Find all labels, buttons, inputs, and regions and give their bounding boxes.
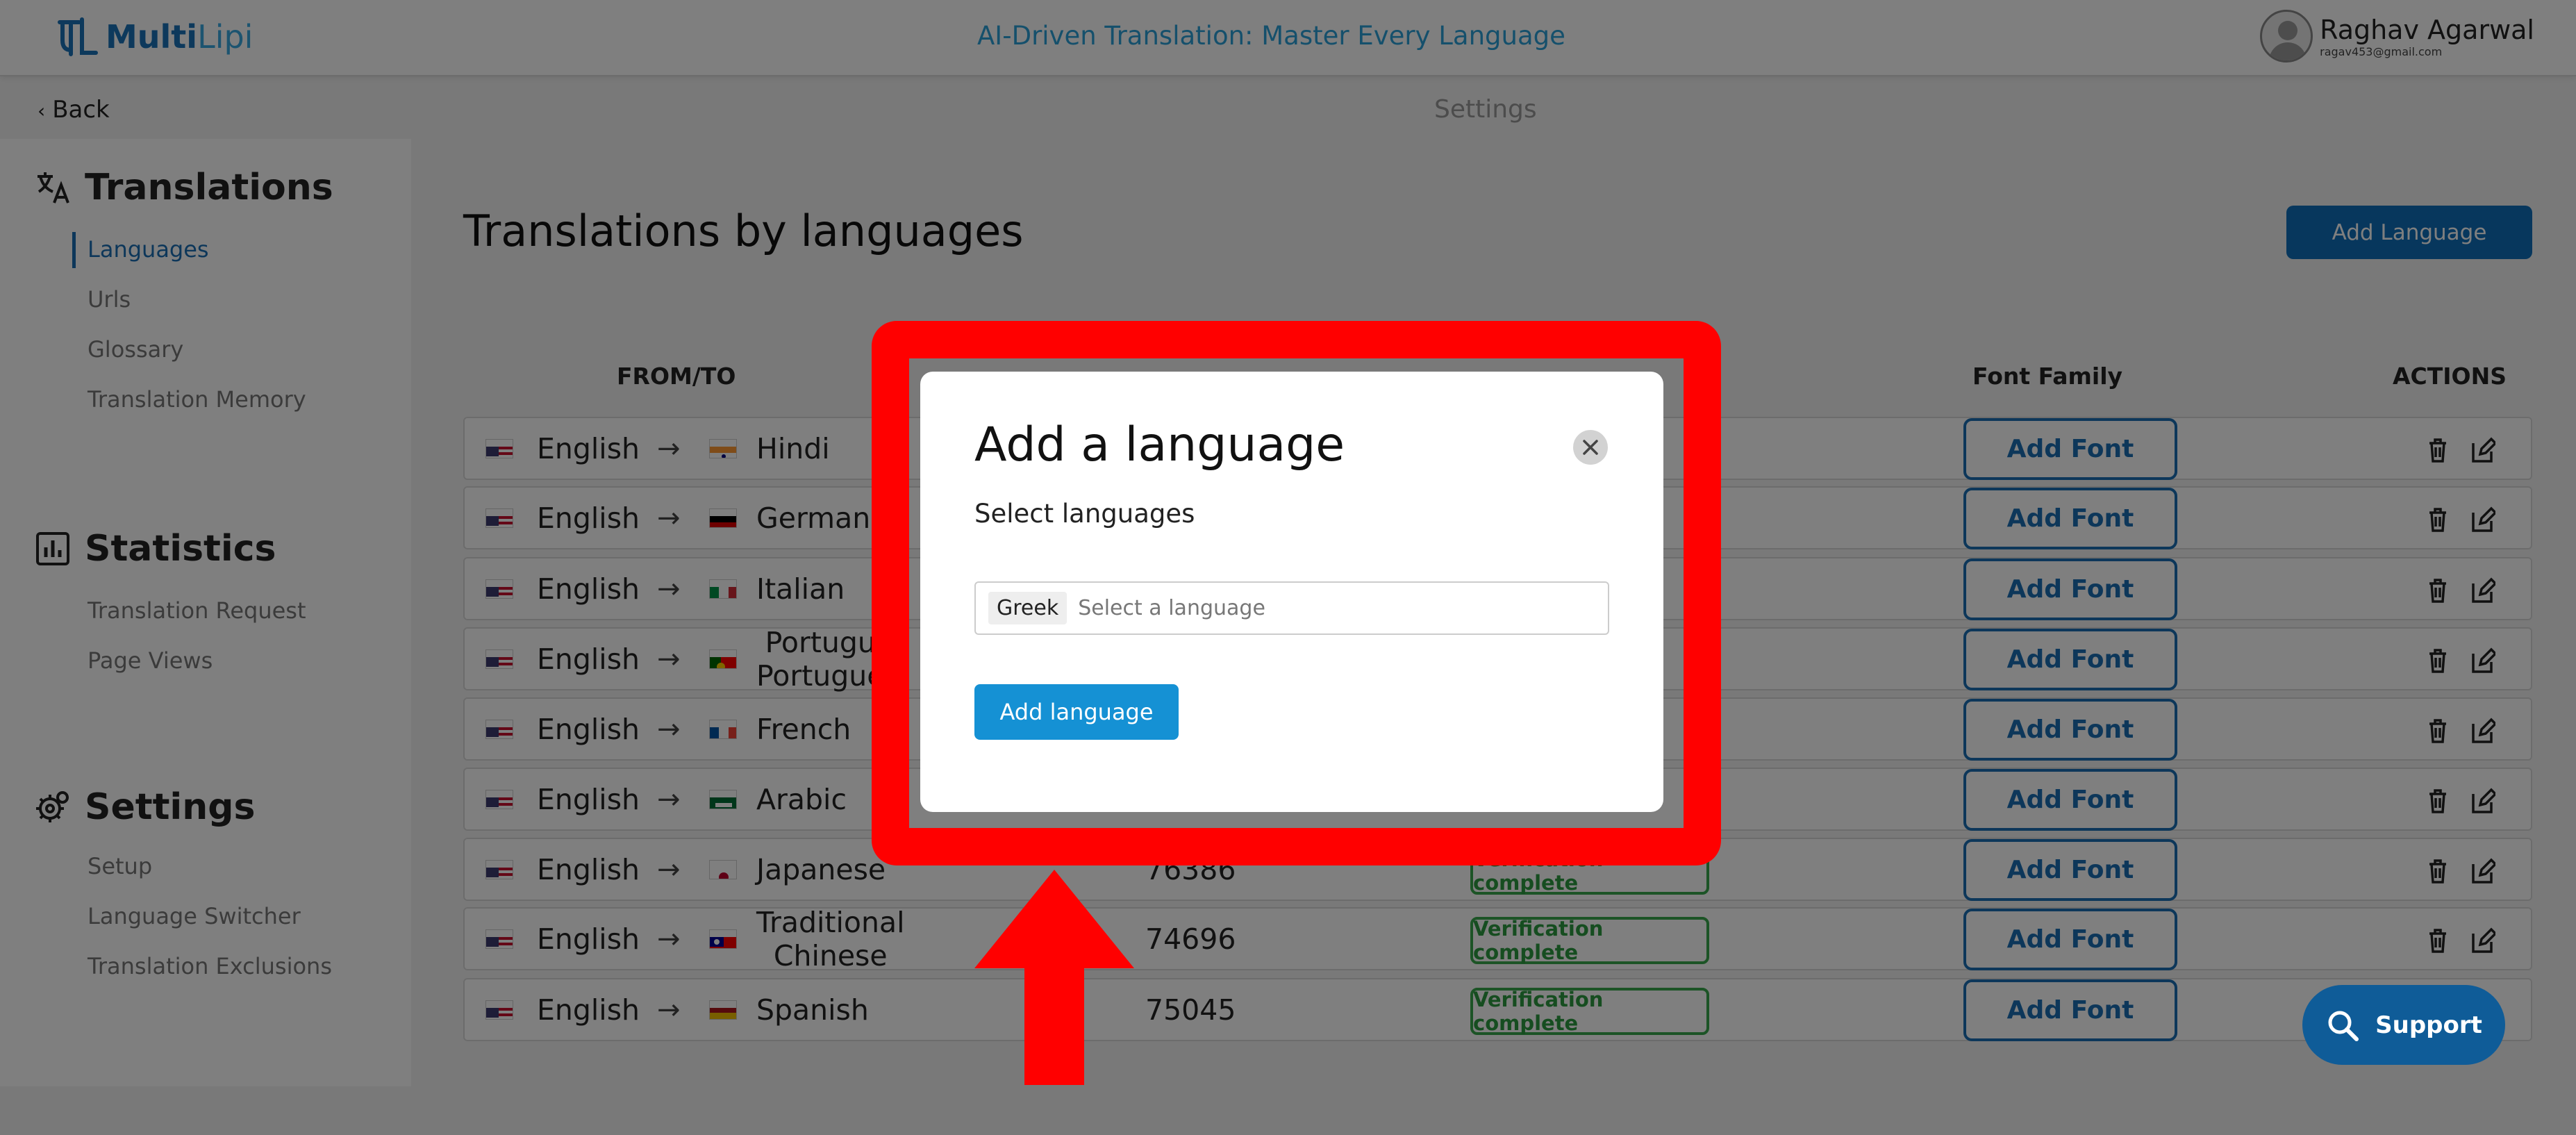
add-language-submit-button[interactable]: Add language: [974, 684, 1179, 740]
support-button[interactable]: Support: [2302, 985, 2505, 1065]
selected-language-chip[interactable]: Greek: [988, 592, 1067, 624]
arrow-up-annotation-icon: [974, 870, 1134, 1085]
close-icon: [1583, 440, 1598, 455]
support-label: Support: [2375, 1011, 2482, 1039]
modal-subtitle: Select languages: [974, 499, 1195, 529]
close-button[interactable]: [1573, 430, 1608, 465]
modal-title: Add a language: [974, 417, 1345, 472]
select-placeholder: Select a language: [1078, 596, 1265, 620]
add-language-modal: Add a language Select languages Greek Se…: [920, 372, 1663, 812]
search-icon: [2328, 1011, 2359, 1041]
language-select[interactable]: Greek Select a language: [974, 581, 1609, 635]
